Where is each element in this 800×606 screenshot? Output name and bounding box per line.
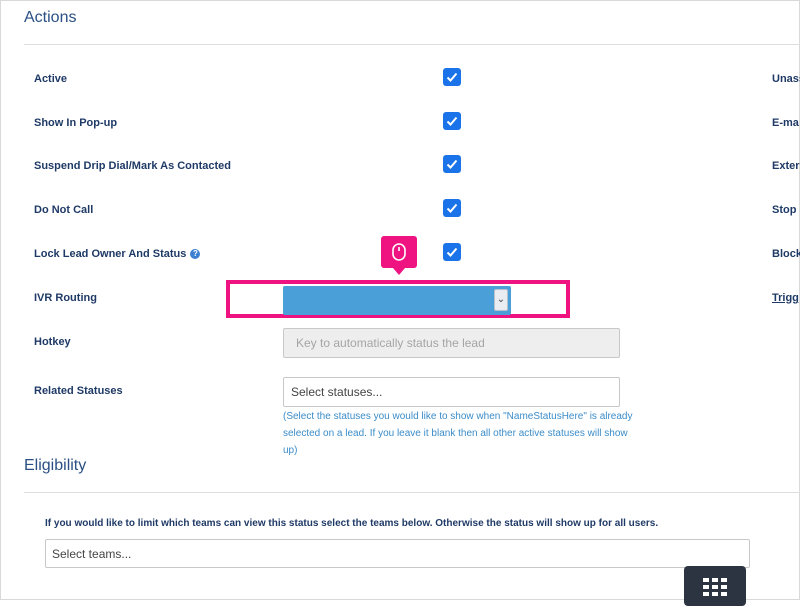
- actions-section-title: Actions: [24, 9, 77, 26]
- suspend-drip-checkbox[interactable]: [443, 155, 461, 173]
- related-statuses-label: Related Statuses: [34, 385, 123, 397]
- right-row-3-label: Exter: [772, 160, 800, 172]
- related-statuses-input[interactable]: Select statuses...: [283, 377, 620, 407]
- checkmark-icon: [446, 247, 458, 257]
- active-checkbox[interactable]: [443, 68, 461, 86]
- right-row-4-label: Stop l: [772, 204, 800, 216]
- show-in-popup-checkbox[interactable]: [443, 112, 461, 130]
- do-not-call-checkbox[interactable]: [443, 199, 461, 217]
- select-teams-placeholder: Select teams...: [52, 546, 132, 561]
- actions-divider: [24, 44, 800, 45]
- ivr-routing-select[interactable]: ⌄: [283, 286, 511, 315]
- right-row-2-label: E-ma: [772, 117, 799, 129]
- hotkey-input: Key to automatically status the lead: [283, 328, 620, 358]
- lock-lead-owner-row: Lock Lead Owner And Status?: [34, 248, 201, 260]
- related-statuses-help: (Select the statuses you would like to s…: [283, 411, 633, 456]
- do-not-call-label: Do Not Call: [34, 204, 94, 216]
- hotkey-placeholder: Key to automatically status the lead: [296, 336, 485, 350]
- ivr-routing-label: IVR Routing: [34, 292, 97, 304]
- question-circle-icon[interactable]: ?: [190, 249, 201, 259]
- eligibility-section-title: Eligibility: [24, 457, 87, 474]
- lock-lead-owner-checkbox[interactable]: [443, 243, 461, 261]
- right-row-1-label: Unass: [772, 73, 800, 85]
- keypad-grid-icon: [703, 578, 727, 596]
- eligibility-divider: [24, 492, 800, 493]
- chevron-down-icon[interactable]: ⌄: [494, 289, 508, 311]
- show-in-popup-label: Show In Pop-up: [34, 117, 118, 129]
- select-teams-input[interactable]: Select teams...: [45, 539, 750, 568]
- active-label: Active: [34, 73, 68, 85]
- mouse-icon: [392, 243, 406, 261]
- keypad-button[interactable]: [684, 566, 746, 606]
- checkmark-icon: [446, 116, 458, 126]
- eligibility-note: If you would like to limit which teams c…: [45, 518, 659, 529]
- checkmark-icon: [446, 203, 458, 213]
- related-statuses-placeholder: Select statuses...: [291, 385, 383, 399]
- checkmark-icon: [446, 72, 458, 82]
- suspend-drip-label: Suspend Drip Dial/Mark As Contacted: [34, 160, 232, 172]
- hotkey-label: Hotkey: [34, 336, 71, 348]
- checkmark-icon: [446, 159, 458, 169]
- mouse-pointer-badge: [381, 236, 417, 275]
- triggers-link[interactable]: Trigg: [772, 292, 799, 304]
- right-row-5-label: Block: [772, 248, 800, 260]
- lock-lead-owner-label: Lock Lead Owner And Status: [34, 248, 187, 260]
